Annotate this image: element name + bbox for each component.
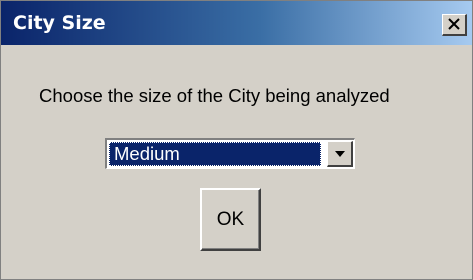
- chevron-down-icon: [335, 151, 345, 157]
- city-size-select[interactable]: Medium: [105, 138, 355, 169]
- ok-button[interactable]: OK: [200, 188, 261, 251]
- window-title: City Size: [13, 12, 106, 34]
- close-icon: [448, 18, 460, 30]
- selected-size-value[interactable]: Medium: [109, 142, 321, 166]
- city-size-dialog: City Size Choose the size of the City be…: [0, 0, 473, 280]
- close-button[interactable]: [442, 14, 467, 36]
- prompt-text: Choose the size of the City being analyz…: [39, 85, 390, 106]
- dropdown-button[interactable]: [327, 141, 353, 167]
- title-bar[interactable]: City Size: [1, 1, 472, 45]
